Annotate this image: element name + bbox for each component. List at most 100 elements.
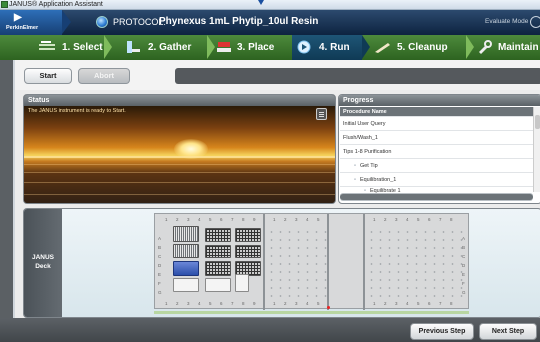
globe-icon	[96, 16, 108, 28]
deck-row-letters: A B C D E F G	[158, 236, 164, 296]
protocol-name: Phynexus 1mL Phytip_10ul Resin	[159, 16, 319, 27]
deck-position-grid	[267, 228, 327, 298]
column-number: 4	[198, 301, 201, 306]
labware-plate[interactable]	[205, 261, 231, 276]
column-number: 8	[242, 217, 245, 222]
status-sunset-image	[24, 106, 335, 203]
protocol-label: PROTOCOL:	[113, 17, 166, 27]
wrench-icon	[479, 40, 492, 54]
janus-deck-layout[interactable]: 1 2 3 4 5 6 7 8 9 1 2 3 4 5 1 2 3 4 5 6 …	[154, 213, 470, 310]
start-button[interactable]: Start	[24, 68, 72, 84]
log-document-icon[interactable]	[316, 108, 327, 120]
column-number: 2	[176, 217, 179, 222]
tree-dot-icon: ▫	[354, 177, 356, 183]
run-icon	[297, 40, 311, 54]
scroll-thumb[interactable]	[340, 194, 533, 200]
column-number: 9	[253, 217, 256, 222]
tip-rack[interactable]	[173, 226, 199, 242]
procedure-row[interactable]: ▫ Get Tip	[340, 159, 533, 173]
labware-plate[interactable]	[235, 228, 261, 242]
progress-vertical-scrollbar[interactable]	[533, 107, 540, 192]
procedure-row[interactable]: Flush/Wash_1	[340, 131, 533, 145]
column-number: 9	[253, 301, 256, 306]
deck-label-line1: JANUS	[31, 254, 55, 261]
logo-brand: PerkinElmer	[6, 25, 39, 31]
pointer-marker	[258, 0, 264, 5]
progress-panel: Progress Procedure Name Initial User Que…	[338, 94, 540, 204]
deck-rail	[154, 311, 469, 314]
tip-rack[interactable]	[173, 244, 199, 258]
next-step-button[interactable]: Next Step	[479, 323, 537, 340]
procedure-table: Procedure Name Initial User Query Flush/…	[340, 107, 533, 195]
deck-panel: JANUS Deck 1 2 3 4 5 6 7 8 9 1 2 3 4 5 1…	[23, 208, 540, 318]
gather-icon	[127, 41, 140, 53]
labware-plate[interactable]	[235, 245, 261, 258]
tube-rack[interactable]	[235, 274, 249, 292]
column-number: 5	[209, 217, 212, 222]
procedure-header: Procedure Name	[340, 107, 533, 117]
column-number: 8	[450, 301, 453, 306]
step-place[interactable]: 3. Place	[215, 35, 292, 60]
step-gather[interactable]: 2. Gather	[112, 35, 207, 60]
column-number: 7	[231, 301, 234, 306]
step-maintain[interactable]: Maintain	[474, 35, 540, 60]
scroll-thumb[interactable]	[535, 115, 540, 129]
row-letter: G	[158, 290, 162, 295]
deck-divider	[363, 214, 365, 310]
janus-app: JANUS® Application Assistant ▶ PerkinElm…	[0, 0, 540, 342]
procedure-row[interactable]: Tips 1-8 Purification	[340, 145, 533, 159]
reagent-reservoir[interactable]	[173, 261, 199, 276]
place-icon	[217, 42, 231, 52]
deck-marker-dot	[327, 306, 330, 309]
column-number: 5	[317, 217, 320, 222]
column-number: 1	[165, 301, 168, 306]
column-number: 4	[406, 301, 409, 306]
column-number: 7	[439, 301, 442, 306]
row-letter: F	[158, 281, 161, 286]
procedure-row[interactable]: Initial User Query	[340, 117, 533, 131]
run-toolbar: Start Abort	[13, 60, 540, 90]
trough[interactable]	[205, 278, 231, 292]
row-letter: D	[158, 263, 162, 268]
window-titlebar: JANUS® Application Assistant	[0, 0, 540, 10]
evaluate-mode-label: Evaluate Mode	[485, 18, 529, 25]
help-icon[interactable]	[530, 16, 540, 28]
procedure-row[interactable]: ▫ Equilibration_1	[340, 173, 533, 187]
trough[interactable]	[173, 278, 199, 292]
step-separator	[362, 35, 370, 59]
footer-bar: Previous Step Next Step	[0, 318, 540, 342]
labware-plate[interactable]	[205, 245, 231, 258]
select-icon	[39, 41, 55, 50]
step-cleanup[interactable]: 5. Cleanup	[370, 35, 466, 60]
progress-horizontal-scrollbar[interactable]	[340, 193, 533, 201]
window-title: JANUS® Application Assistant	[9, 1, 103, 8]
row-letter: E	[158, 272, 162, 277]
deck-divider	[263, 214, 265, 310]
wave-line	[24, 172, 335, 173]
column-number: 1	[373, 301, 376, 306]
wave-line	[24, 194, 335, 195]
row-letter: C	[158, 254, 162, 259]
deck-column-numbers-bottom: 1 2 3 4 5 6 7 8 9 1 2 3 4 5 1 2 3 4 5 6 …	[155, 300, 470, 308]
column-number: 2	[384, 301, 387, 306]
column-number: 7	[439, 217, 442, 222]
step-separator	[104, 35, 112, 59]
step-run[interactable]: 4. Run	[292, 35, 362, 60]
step-separator	[466, 35, 474, 59]
labware-plate[interactable]	[205, 228, 231, 242]
step-place-label: 3. Place	[237, 42, 275, 53]
logo-chevron	[62, 10, 71, 34]
column-number: 7	[231, 217, 234, 222]
procedure-name: Get Tip	[359, 163, 378, 169]
status-panel: Status The JANUS instrument is ready to …	[23, 94, 336, 204]
step-select[interactable]: 1. Select	[0, 35, 104, 60]
column-number: 1	[373, 217, 376, 222]
abort-button[interactable]: Abort	[78, 68, 130, 84]
column-number: 6	[428, 217, 431, 222]
row-letter: A	[158, 236, 162, 241]
previous-step-button[interactable]: Previous Step	[410, 323, 474, 340]
run-main-area: Status The JANUS instrument is ready to …	[13, 90, 540, 342]
procedure-name: Initial User Query	[343, 121, 386, 127]
tree-dot-icon: ▫	[354, 163, 356, 169]
step-run-label: 4. Run	[319, 42, 350, 53]
